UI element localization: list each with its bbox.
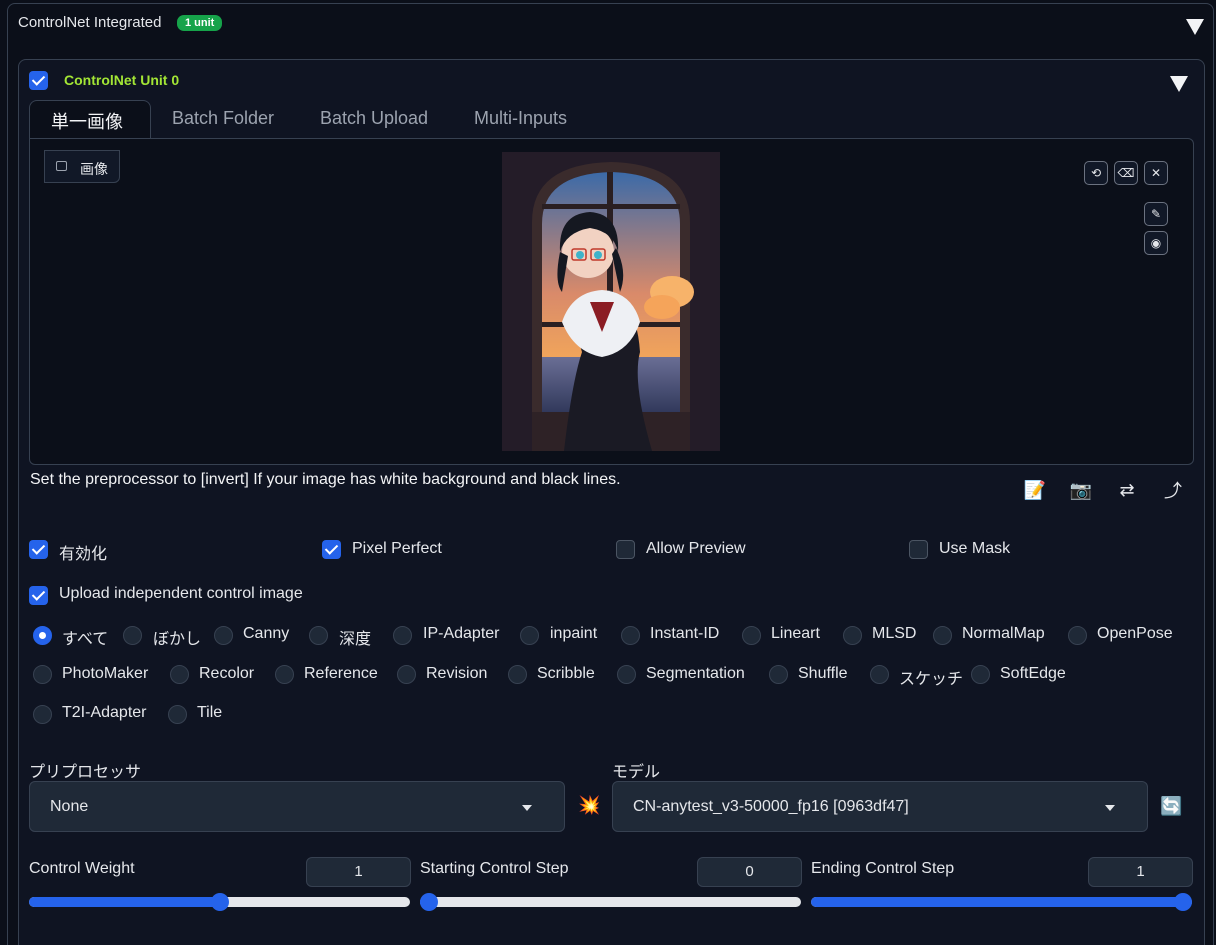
model-label: モデル [612,764,661,781]
radio-label-depth: 深度 [339,631,372,648]
model-chevron-down-icon[interactable] [1105,805,1115,811]
radio-t2i-adapter[interactable] [33,705,52,724]
collapse-icon[interactable] [1186,19,1204,35]
radio-openpose[interactable] [1068,626,1087,645]
image-icon [56,161,67,171]
radio-label-normalmap: NormalMap [962,625,1045,642]
pixel-perfect-checkbox[interactable] [322,540,341,559]
radio-canny[interactable] [214,626,233,645]
starting-step-input[interactable]: 0 [697,857,802,887]
radio-all[interactable] [33,626,52,645]
allow-preview-checkbox[interactable] [616,540,635,559]
close-icon[interactable]: ✕ [1144,161,1168,185]
radio-sketch[interactable] [870,665,889,684]
radio-softedge[interactable] [971,665,990,684]
unit-title[interactable]: ControlNet Unit 0 [64,72,179,88]
radio-label-sketch: スケッチ [899,671,964,688]
radio-shuffle[interactable] [769,665,788,684]
ending-step-slider-fill [811,897,1183,907]
radio-blur[interactable] [123,626,142,645]
starting-step-slider[interactable] [420,893,801,911]
upload-independent-label: Upload independent control image [59,585,303,602]
radio-lineart[interactable] [742,626,761,645]
preprocessor-hint: Set the preprocessor to [invert] If your… [30,471,621,488]
enable-checkbox[interactable] [29,540,48,559]
radio-label-instant-id: Instant-ID [650,625,720,642]
radio-label-inpaint: inpaint [550,625,598,642]
radio-recolor[interactable] [170,665,189,684]
preprocessor-chevron-down-icon[interactable] [522,805,532,811]
preprocessor-label: プリプロセッサ [29,764,142,781]
accordion-title[interactable]: ControlNet Integrated [18,14,161,31]
radio-tile[interactable] [168,705,187,724]
starting-step-slider-thumb[interactable] [420,893,438,911]
refresh-models-icon[interactable]: 🔄 [1160,796,1182,817]
radio-normalmap[interactable] [933,626,952,645]
allow-preview-label: Allow Preview [646,540,746,557]
model-dropdown[interactable]: CN-anytest_v3-50000_fp16 [0963df47] [612,781,1148,832]
radio-label-ip-adapter: IP-Adapter [423,625,500,642]
starting-step-label: Starting Control Step [420,860,569,877]
radio-label-mlsd: MLSD [872,625,917,642]
send-dimensions-icon[interactable]: ⤴ [1161,478,1185,502]
radio-label-softedge: SoftEdge [1000,665,1066,682]
unit-count-badge: 1 unit [177,15,223,31]
ending-step-slider[interactable] [811,893,1192,911]
radio-label-all: すべて [62,631,109,648]
control-image [502,152,720,451]
radio-inpaint[interactable] [520,626,539,645]
control-image-illustration [502,152,720,451]
edit-icon[interactable]: 📝 [1023,478,1047,502]
radio-label-canny: Canny [243,625,290,642]
run-preprocessor-icon[interactable]: 💥 [578,795,600,816]
radio-mlsd[interactable] [843,626,862,645]
control-weight-slider[interactable] [29,893,410,911]
radio-label-recolor: Recolor [199,665,255,682]
use-mask-label: Use Mask [939,540,1011,557]
radio-label-revision: Revision [426,665,488,682]
control-weight-input[interactable]: 1 [306,857,411,887]
radio-instant-id[interactable] [621,626,640,645]
radio-revision[interactable] [397,665,416,684]
upload-independent-checkbox[interactable] [29,586,48,605]
eraser-icon[interactable]: ⌫ [1114,161,1138,185]
radio-scribble[interactable] [508,665,527,684]
control-weight-slider-fill [29,897,220,907]
ending-step-slider-thumb[interactable] [1174,893,1192,911]
radio-label-blur: ぼかし [153,631,202,648]
preprocessor-dropdown[interactable]: None [29,781,565,832]
radio-segmentation[interactable] [617,665,636,684]
swap-icon[interactable]: ⇄ [1115,478,1139,502]
unit-enable-checkbox[interactable] [29,71,48,90]
ending-step-label: Ending Control Step [811,860,955,877]
tab-single-image[interactable]: 単一画像 [51,108,123,134]
palette-icon[interactable]: ◉ [1144,231,1168,255]
radio-depth[interactable] [309,626,328,645]
tab-batch-upload[interactable]: Batch Upload [320,108,428,129]
radio-label-photomaker: PhotoMaker [62,665,149,682]
radio-photomaker[interactable] [33,665,52,684]
radio-label-tile: Tile [197,704,223,721]
radio-label-segmentation: Segmentation [646,665,745,682]
pixel-perfect-label: Pixel Perfect [352,540,442,557]
radio-label-scribble: Scribble [537,665,595,682]
use-mask-checkbox[interactable] [909,540,928,559]
radio-label-openpose: OpenPose [1097,625,1173,642]
brush-icon[interactable]: ✎ [1144,202,1168,226]
unit-collapse-icon[interactable] [1170,76,1188,92]
enable-label: 有効化 [59,546,108,563]
tab-batch-folder[interactable]: Batch Folder [172,108,274,129]
control-weight-slider-thumb[interactable] [210,893,229,911]
radio-ip-adapter[interactable] [393,626,412,645]
undo-icon[interactable]: ⟲ [1084,161,1108,185]
radio-reference[interactable] [275,665,294,684]
radio-label-lineart: Lineart [771,625,820,642]
radio-label-t2i-adapter: T2I-Adapter [62,704,147,721]
control-weight-label: Control Weight [29,860,135,877]
camera-icon[interactable]: 📷 [1069,478,1093,502]
radio-label-reference: Reference [304,665,378,682]
ending-step-input[interactable]: 1 [1088,857,1193,887]
tab-multi-inputs[interactable]: Multi-Inputs [474,108,567,129]
radio-label-shuffle: Shuffle [798,665,848,682]
